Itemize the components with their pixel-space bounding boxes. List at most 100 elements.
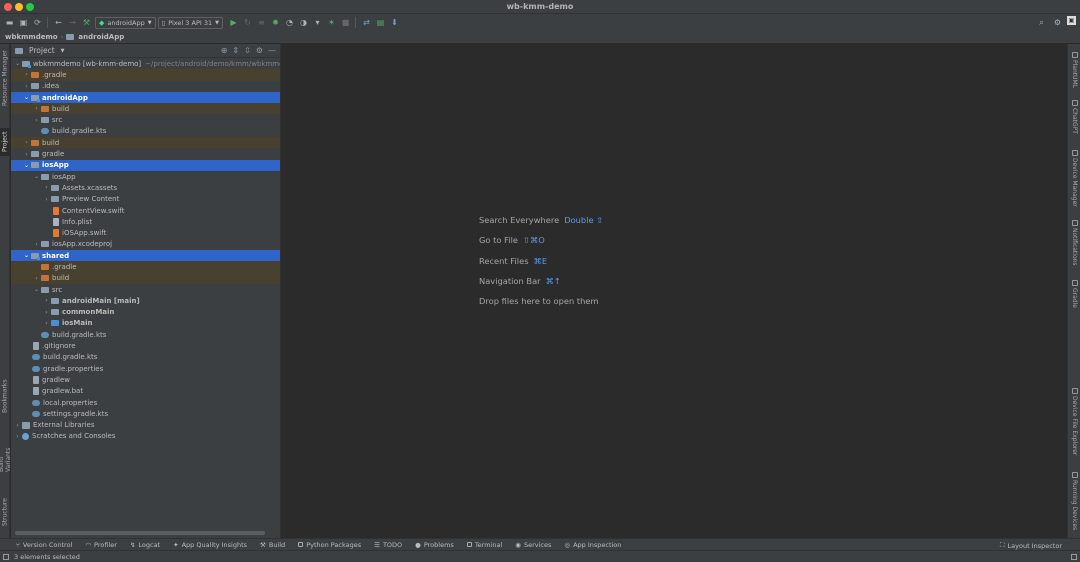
chevron-right-icon[interactable]: › — [32, 275, 41, 282]
profile-icon[interactable]: ◔ — [283, 16, 296, 29]
chevron-down-icon[interactable]: ⌄ — [22, 162, 31, 169]
chevron-right-icon[interactable]: › — [13, 422, 22, 429]
tab-gradle[interactable]: Gradle — [1069, 280, 1080, 312]
tree-row[interactable]: ⌄ androidApp — [11, 91, 280, 104]
tree-row[interactable]: › gradle — [11, 148, 280, 159]
tool-services[interactable]: ◉ Services — [515, 541, 551, 549]
expand-all-icon[interactable]: ⇕ — [232, 46, 239, 55]
tree-row[interactable]: › src — [11, 114, 280, 125]
more-run-options-icon[interactable]: ▾ — [311, 16, 324, 29]
tree-row[interactable]: › build — [11, 272, 280, 284]
tree-row[interactable]: ⌄ iosApp — [11, 171, 280, 182]
settings-gear-icon[interactable]: ⚙ — [1051, 16, 1064, 29]
tree-row[interactable]: › build — [11, 103, 280, 115]
run-configuration-select[interactable]: ◆ androidApp ▼ — [95, 16, 156, 29]
tree-row-root[interactable]: ⌄ wbkmmdemo [wb-kmm-demo] ~/project/andr… — [11, 58, 280, 69]
options-gear-icon[interactable]: ⚙ — [256, 46, 263, 55]
breadcrumb-item-module[interactable]: androidApp — [78, 33, 124, 41]
chevron-right-icon[interactable]: › — [42, 309, 51, 316]
tree-row[interactable]: gradlew — [11, 374, 280, 385]
tree-row[interactable]: › External Libraries — [11, 420, 280, 431]
run-icon[interactable]: ▶ — [227, 16, 240, 29]
tree-row[interactable]: build.gradle.kts — [11, 126, 280, 137]
tree-row[interactable]: › .gradle — [11, 69, 280, 81]
build-hammer-icon[interactable]: ⚒ — [80, 16, 93, 29]
tree-row[interactable]: .gradle — [11, 261, 280, 273]
tab-notifications[interactable]: Notifications — [1069, 220, 1080, 270]
hide-panel-icon[interactable]: — — [268, 46, 276, 55]
back-arrow-icon[interactable]: ← — [52, 16, 65, 29]
tree-row[interactable]: › Preview Content — [11, 194, 280, 205]
forward-arrow-icon[interactable]: → — [66, 16, 79, 29]
tab-structure[interactable]: Structure — [0, 492, 10, 532]
tool-layout-inspector[interactable]: ⛶ Layout Inspector — [1000, 541, 1062, 550]
search-icon[interactable]: ⌕ — [1035, 16, 1048, 29]
chevron-right-icon[interactable]: › — [42, 297, 51, 304]
chevron-right-icon[interactable]: › — [13, 433, 22, 440]
collapse-all-icon[interactable]: ⇳ — [244, 46, 251, 55]
tree-row[interactable]: settings.gradle.kts — [11, 408, 280, 419]
chevron-right-icon[interactable]: › — [22, 71, 31, 78]
toggle-tool-windows-icon[interactable] — [3, 553, 9, 560]
tree-row[interactable]: build.gradle.kts — [11, 329, 280, 340]
sync-gradle-icon[interactable]: ⇄ — [360, 16, 373, 29]
save-icon[interactable]: ▣ — [17, 16, 30, 29]
chevron-right-icon[interactable]: › — [32, 241, 41, 248]
tree-row[interactable]: gradlew.bat — [11, 386, 280, 397]
tab-device-file-explorer[interactable]: Device File Explorer — [1069, 388, 1080, 458]
tab-chatgpt[interactable]: ChatGPT — [1069, 100, 1080, 138]
tree-row[interactable]: › iosMain — [11, 318, 280, 329]
tree-row[interactable]: ContentView.swift — [11, 205, 280, 216]
chevron-down-icon[interactable]: ⌄ — [32, 286, 41, 293]
tab-project[interactable]: Project — [0, 128, 10, 156]
tool-python-packages[interactable]: Python Packages — [298, 541, 361, 549]
tree-row[interactable]: ⌄ src — [11, 284, 280, 295]
tree-row[interactable]: gradle.properties — [11, 363, 280, 374]
chevron-right-icon[interactable]: › — [22, 139, 31, 146]
tree-row[interactable]: › iosApp.xcodeproj — [11, 239, 280, 250]
ide-account-icon[interactable]: ▣ — [1067, 16, 1076, 25]
chevron-right-icon[interactable]: › — [22, 83, 31, 90]
status-corner-icon[interactable] — [1071, 554, 1077, 560]
tree-row[interactable]: ⌄ iosApp — [11, 159, 280, 171]
tree-row[interactable]: › Scratches and Consoles — [11, 431, 280, 442]
chevron-right-icon[interactable]: › — [42, 320, 51, 327]
tool-app-quality-insights[interactable]: ✦ App Quality Insights — [173, 541, 247, 549]
tab-resource-manager[interactable]: Resource Manager — [0, 48, 10, 108]
device-manager-icon[interactable]: ▤ — [374, 16, 387, 29]
tree-row[interactable]: build.gradle.kts — [11, 352, 280, 363]
tree-row[interactable]: iOSApp.swift — [11, 227, 280, 238]
tool-terminal[interactable]: Terminal — [466, 541, 502, 549]
editor-empty-area[interactable]: Search Everywhere Double ⇧ Go to File ⇧⌘… — [282, 44, 1067, 538]
chevron-right-icon[interactable]: › — [32, 117, 41, 124]
tool-problems[interactable]: ● Problems — [415, 541, 454, 549]
attach-debugger-icon[interactable]: ✶ — [325, 16, 338, 29]
chevron-down-icon[interactable]: ⌄ — [13, 60, 22, 67]
chevron-down-icon[interactable]: ⌄ — [22, 94, 31, 101]
apply-changes-icon[interactable]: ≡ — [255, 16, 268, 29]
open-folder-icon[interactable]: ▬ — [3, 16, 16, 29]
rerun-icon[interactable]: ↻ — [241, 16, 254, 29]
sdk-manager-icon[interactable]: ⬇ — [388, 16, 401, 29]
tree-row[interactable]: .gitignore — [11, 340, 280, 351]
stop-icon[interactable]: ■ — [339, 16, 352, 29]
tool-todo[interactable]: ☰ TODO — [374, 541, 402, 549]
horizontal-scrollbar[interactable] — [15, 531, 265, 535]
coverage-icon[interactable]: ◑ — [297, 16, 310, 29]
tab-device-manager[interactable]: Device Manager — [1069, 150, 1080, 208]
tool-logcat[interactable]: ↯ Logcat — [130, 541, 160, 549]
tab-build-variants[interactable]: Build Variants — [0, 432, 12, 472]
chevron-right-icon[interactable]: › — [42, 196, 51, 203]
breadcrumb-item-root[interactable]: wbkmmdemo — [5, 33, 58, 41]
chevron-right-icon[interactable]: › — [22, 151, 31, 158]
tab-running-devices[interactable]: Running Devices — [1069, 472, 1080, 532]
chevron-right-icon[interactable]: › — [32, 105, 41, 112]
tree-row[interactable]: local.properties — [11, 397, 280, 408]
sync-icon[interactable]: ⟳ — [31, 16, 44, 29]
debug-icon[interactable]: ✹ — [269, 16, 282, 29]
tree-row[interactable]: Info.plist — [11, 216, 280, 227]
chevron-right-icon[interactable]: › — [42, 184, 51, 191]
locate-target-icon[interactable]: ⊕ — [221, 46, 228, 55]
tab-bookmarks[interactable]: Bookmarks — [0, 376, 10, 416]
tool-version-control[interactable]: ⑂ Version Control — [16, 541, 72, 549]
